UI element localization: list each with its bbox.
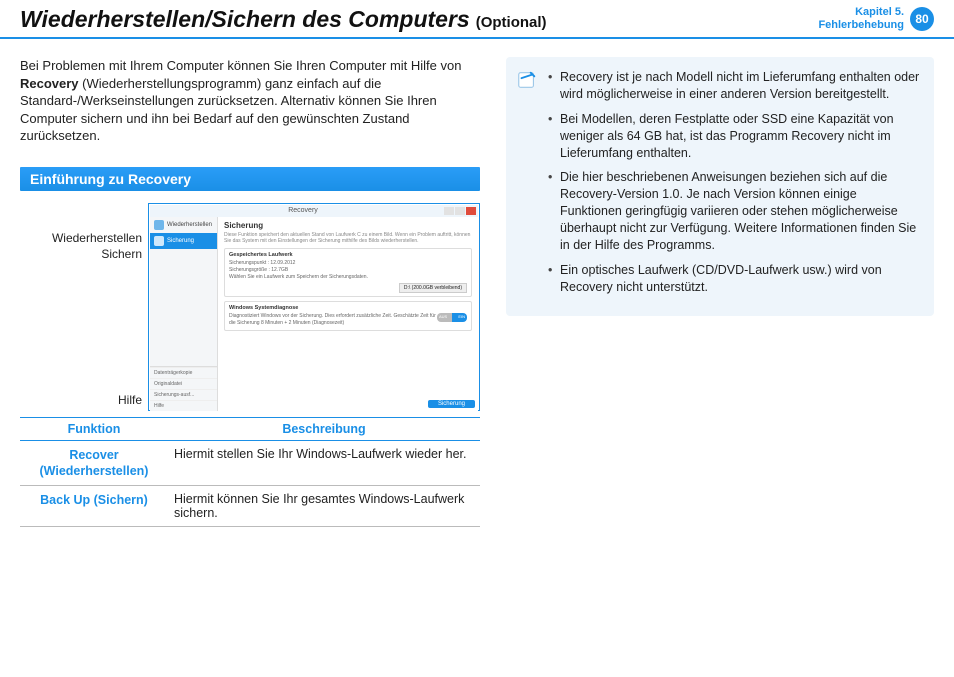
- backup-point: Sicherungspunkt : 12.09.2012: [229, 260, 467, 267]
- window-titlebar: Recovery: [150, 205, 478, 217]
- sidebar-item-help[interactable]: Hilfe: [150, 400, 217, 411]
- restore-icon: [154, 220, 164, 230]
- panel-title: Windows Systemdiagnose: [229, 305, 467, 311]
- note-icon: [516, 69, 538, 91]
- maximize-icon[interactable]: [455, 207, 465, 215]
- chapter-line-1: Kapitel 5.: [818, 6, 904, 19]
- callout-restore: Wiederherstellen: [52, 231, 142, 245]
- toggle-off-label: AUS: [439, 314, 447, 320]
- table-row: Back Up (Sichern) Hiermit können Sie Ihr…: [20, 486, 480, 527]
- chapter-text: Kapitel 5. Fehlerbehebung: [818, 6, 904, 32]
- intro-paragraph: Bei Problemen mit Ihrem Computer können …: [20, 57, 480, 145]
- cell-function: Back Up (Sichern): [20, 486, 168, 527]
- intro-bold: Recovery: [20, 76, 79, 91]
- diagnostics-description: Diagnostiziert Windows vor der Sicherung…: [229, 313, 436, 326]
- drive-select[interactable]: D:\ (200.0GB verbleibend): [399, 283, 467, 293]
- chapter-block: Kapitel 5. Fehlerbehebung 80: [818, 6, 934, 32]
- recovery-app-screenshot: Recovery Wiederherstellen: [148, 203, 480, 411]
- table-header-function: Funktion: [20, 417, 168, 440]
- backup-icon: [154, 236, 164, 246]
- page-title: Wiederherstellen/Sichern des Computers: [20, 6, 470, 33]
- cell-description: Hiermit stellen Sie Ihr Windows-Laufwerk…: [168, 440, 480, 486]
- sidebar-item-diskcopy[interactable]: Datenträgerkopie: [150, 367, 217, 378]
- main-panel: Sicherung Diese Funktion speichert den a…: [218, 217, 478, 411]
- sidebar-item-original[interactable]: Originaldatei: [150, 378, 217, 389]
- close-icon[interactable]: [466, 207, 476, 215]
- note-item: Bei Modellen, deren Festplatte oder SSD …: [548, 111, 920, 162]
- backup-instruction: Wählen Sie ein Laufwerk zum Speichern de…: [229, 274, 467, 281]
- left-column: Bei Problemen mit Ihrem Computer können …: [20, 57, 480, 527]
- callout-labels: Wiederherstellen Sichern Hilfe: [20, 203, 148, 411]
- sidebar-item-runbackup[interactable]: Sicherungs-ausf...: [150, 389, 217, 400]
- main-title: Sicherung: [224, 221, 472, 230]
- screenshot-area: Wiederherstellen Sichern Hilfe Recovery: [20, 203, 480, 411]
- chapter-line-2: Fehlerbehebung: [818, 19, 904, 32]
- backup-button[interactable]: Sicherung: [428, 400, 475, 408]
- panel-title: Gespeichertes Laufwerk: [229, 252, 467, 258]
- main-description: Diese Funktion speichert den aktuellen S…: [224, 232, 472, 244]
- backup-size: Sicherungsgröße : 12.7GB: [229, 267, 467, 274]
- callout-help: Hilfe: [118, 393, 142, 407]
- page-number-badge: 80: [910, 7, 934, 31]
- sidebar: Wiederherstellen Sicherung Datenträgerko…: [150, 217, 218, 411]
- callout-backup: Sichern: [101, 247, 142, 261]
- page-title-optional: (Optional): [476, 14, 547, 31]
- note-item: Die hier beschriebenen Anweisungen bezie…: [548, 169, 920, 253]
- panel-diagnostics: Windows Systemdiagnose AUS EIN Diagnosti…: [224, 301, 472, 331]
- cell-description: Hiermit können Sie Ihr gesamtes Windows-…: [168, 486, 480, 527]
- sidebar-item-label: Wiederherstellen: [167, 222, 212, 228]
- sidebar-item-label: Sicherung: [167, 238, 194, 244]
- right-column: Recovery ist je nach Modell nicht im Lie…: [506, 57, 934, 527]
- window-buttons: [444, 207, 476, 215]
- info-note-box: Recovery ist je nach Modell nicht im Lie…: [506, 57, 934, 316]
- table-header-description: Beschreibung: [168, 417, 480, 440]
- diagnostics-toggle[interactable]: AUS EIN: [437, 313, 467, 322]
- table-row: Recover (Wiederherstellen) Hiermit stell…: [20, 440, 480, 486]
- section-heading: Einführung zu Recovery: [20, 167, 480, 191]
- intro-part-2: (Wiederherstellungsprogramm) ganz einfac…: [20, 76, 437, 144]
- page-header: Wiederherstellen/Sichern des Computers (…: [0, 0, 954, 39]
- note-item: Ein optisches Laufwerk (CD/DVD-Laufwerk …: [548, 262, 920, 296]
- diagnostics-text: AUS EIN Diagnostiziert Windows vor der S…: [229, 313, 467, 327]
- window-title: Recovery: [288, 207, 318, 214]
- intro-part-1: Bei Problemen mit Ihrem Computer können …: [20, 58, 461, 73]
- cell-function: Recover (Wiederherstellen): [20, 440, 168, 486]
- minimize-icon[interactable]: [444, 207, 454, 215]
- title-block: Wiederherstellen/Sichern des Computers (…: [20, 6, 547, 33]
- toggle-on-label: EIN: [458, 314, 465, 320]
- function-table: Funktion Beschreibung Recover (Wiederher…: [20, 417, 480, 528]
- note-item: Recovery ist je nach Modell nicht im Lie…: [548, 69, 920, 103]
- sidebar-item-backup[interactable]: Sicherung: [150, 233, 217, 249]
- sidebar-item-restore[interactable]: Wiederherstellen: [150, 217, 217, 233]
- panel-saved-drive: Gespeichertes Laufwerk Sicherungspunkt :…: [224, 248, 472, 297]
